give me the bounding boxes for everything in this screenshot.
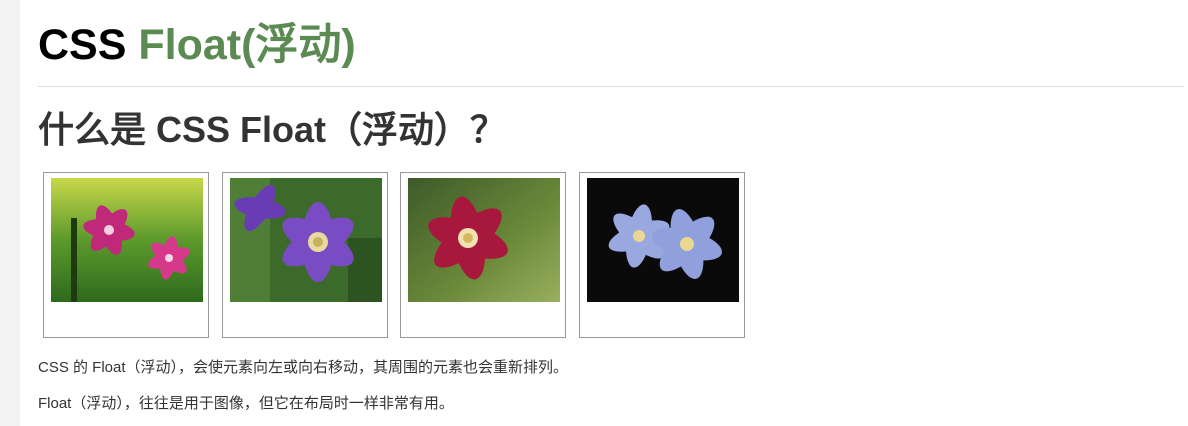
page-title-accent: Float(浮动)	[138, 21, 356, 69]
left-sidebar-strip	[0, 0, 20, 426]
gallery-thumb-blue-clematis[interactable]	[579, 172, 745, 338]
title-divider	[38, 86, 1184, 87]
blue-clematis-image	[587, 178, 739, 302]
page-title-prefix: CSS	[38, 21, 127, 69]
paragraph-float-usage: Float（浮动），往往是用于图像，但它在布局时一样非常有用。	[38, 395, 454, 412]
gallery-thumb-purple-clematis[interactable]	[222, 172, 388, 338]
page: CSS Float(浮动) 什么是 CSS Float（浮动）？ CSS 的 F…	[0, 0, 1188, 426]
page-title: CSS Float(浮动)	[38, 18, 356, 72]
gallery-thumb-pink-clematis[interactable]	[43, 172, 209, 338]
gallery-thumb-red-clematis[interactable]	[400, 172, 566, 338]
red-clematis-image	[408, 178, 560, 302]
pink-clematis-image	[51, 178, 203, 302]
paragraph-float-description: CSS 的 Float（浮动），会使元素向左或向右移动，其周围的元素也会重新排列…	[38, 359, 569, 376]
purple-clematis-image	[230, 178, 382, 302]
section-heading: 什么是 CSS Float（浮动）？	[38, 109, 507, 150]
